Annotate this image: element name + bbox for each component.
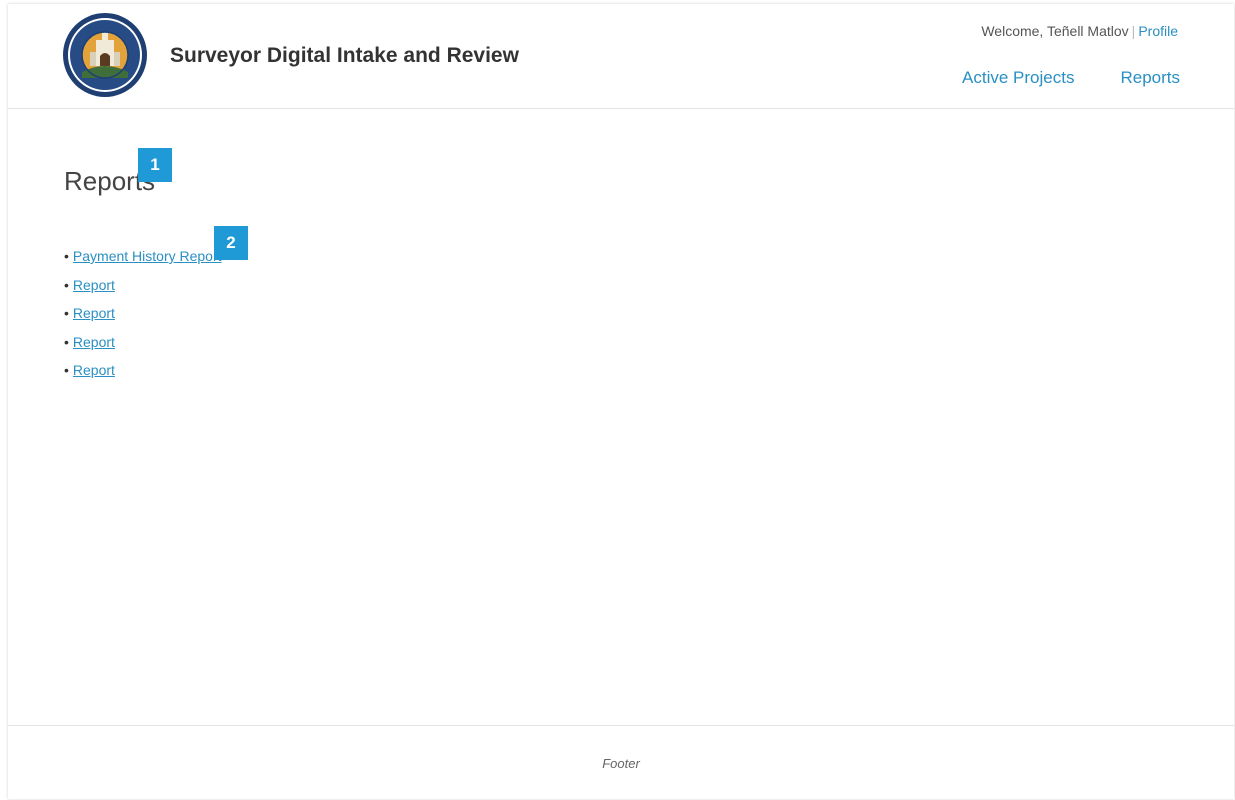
page-header: Surveyor Digital Intake and Review Welco…	[8, 4, 1234, 109]
list-item: • Report	[64, 275, 222, 304]
app-title: Surveyor Digital Intake and Review	[170, 44, 519, 67]
report-list: • Payment History Report • Report • Report …	[64, 246, 222, 389]
list-bullet: •	[64, 362, 69, 378]
report-link[interactable]: Report	[73, 334, 115, 350]
welcome-bar: Welcome, Teñell Matlov | Profile	[981, 23, 1178, 39]
profile-link[interactable]: Profile	[1138, 23, 1178, 39]
footer-text: Footer	[602, 756, 640, 771]
page-footer: Footer	[8, 725, 1234, 800]
list-item: • Report	[64, 332, 222, 361]
welcome-text: Welcome, Teñell Matlov	[981, 23, 1129, 39]
list-bullet: •	[64, 276, 69, 293]
list-item: • Payment History Report	[64, 246, 222, 275]
app-window: Surveyor Digital Intake and Review Welco…	[8, 4, 1234, 799]
welcome-separator: |	[1131, 23, 1136, 39]
report-link[interactable]: Report	[73, 362, 115, 378]
list-item: • Report	[64, 303, 222, 332]
annotation-marker-1: 1	[138, 148, 172, 182]
nav-active-projects[interactable]: Active Projects	[962, 68, 1074, 88]
nav-reports[interactable]: Reports	[1120, 68, 1180, 88]
county-seal-icon	[63, 13, 147, 97]
report-link[interactable]: Report	[73, 277, 115, 293]
payment-history-report-link[interactable]: Payment History Report	[73, 248, 222, 264]
main-nav: Active Projects Reports	[962, 68, 1180, 88]
list-item: • Report	[64, 360, 222, 389]
annotation-marker-2: 2	[214, 226, 248, 260]
list-bullet: •	[64, 333, 69, 350]
list-bullet: •	[64, 248, 69, 264]
report-link[interactable]: Report	[73, 305, 115, 321]
list-bullet: •	[64, 305, 69, 321]
